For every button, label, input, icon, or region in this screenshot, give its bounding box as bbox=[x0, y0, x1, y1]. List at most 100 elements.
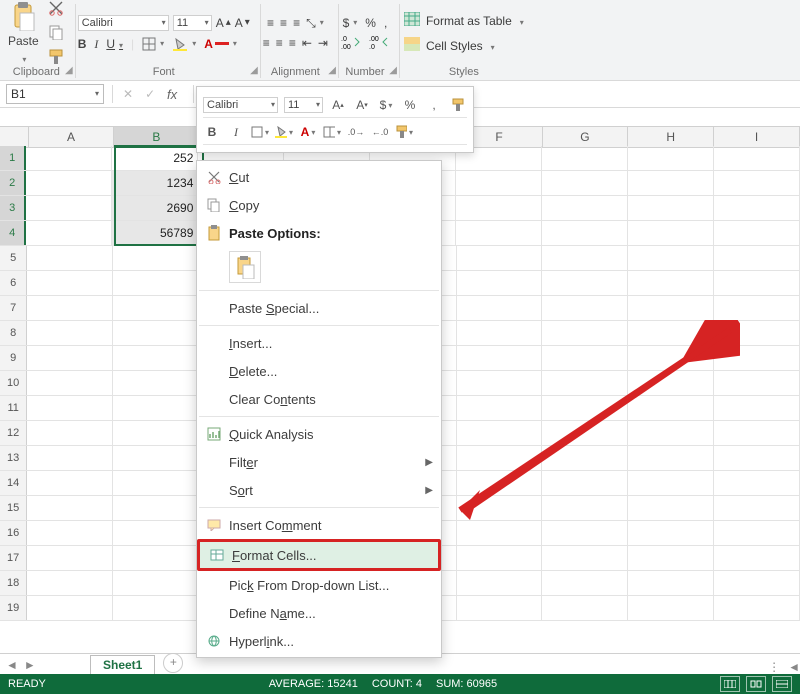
row-header-19[interactable]: 19 bbox=[0, 596, 27, 620]
align-center-icon[interactable]: ≡ bbox=[276, 36, 283, 50]
cell-H8[interactable] bbox=[628, 321, 714, 345]
mini-bold-button[interactable]: B bbox=[203, 124, 221, 140]
view-normal-icon[interactable] bbox=[720, 676, 740, 692]
cell-A6[interactable] bbox=[27, 271, 113, 295]
cell-G2[interactable] bbox=[542, 171, 628, 195]
ctx-hyperlink[interactable]: Hyperlink... bbox=[197, 627, 441, 655]
cell-I17[interactable] bbox=[714, 546, 800, 570]
cell-B10[interactable] bbox=[113, 371, 199, 395]
decrease-decimal-button[interactable]: .00.0 bbox=[369, 35, 389, 49]
cell-I8[interactable] bbox=[714, 321, 800, 345]
row-header-3[interactable]: 3 bbox=[0, 196, 26, 220]
cell-I12[interactable] bbox=[714, 421, 800, 445]
cell-A2[interactable] bbox=[26, 171, 112, 195]
row-header-8[interactable]: 8 bbox=[0, 321, 27, 345]
mini-font-size-combo[interactable]: 11▾ bbox=[284, 97, 323, 113]
align-top-icon[interactable]: ≡ bbox=[267, 16, 274, 30]
row-header-1[interactable]: 1 bbox=[0, 146, 26, 170]
align-bottom-icon[interactable]: ≡ bbox=[293, 16, 300, 30]
underline-button[interactable]: U bbox=[106, 38, 123, 50]
cell-G9[interactable] bbox=[542, 346, 628, 370]
mini-font-color-button[interactable]: A bbox=[299, 124, 317, 140]
cell-H18[interactable] bbox=[628, 571, 714, 595]
cell-I1[interactable] bbox=[714, 146, 800, 170]
decrease-decimal-icon[interactable]: ←.0 bbox=[371, 124, 389, 140]
cell-B3[interactable]: 2690 bbox=[112, 196, 198, 220]
ctx-cut[interactable]: Cut bbox=[197, 163, 441, 191]
cell-F9[interactable] bbox=[457, 346, 543, 370]
cell-G11[interactable] bbox=[542, 396, 628, 420]
column-header-G[interactable]: G bbox=[543, 127, 629, 147]
row-header-7[interactable]: 7 bbox=[0, 296, 27, 320]
cell-G1[interactable] bbox=[542, 146, 628, 170]
ctx-define-name[interactable]: Define Name... bbox=[197, 599, 441, 627]
cell-B4[interactable]: 56789 bbox=[112, 221, 198, 245]
cell-G4[interactable] bbox=[542, 221, 628, 245]
row-header-14[interactable]: 14 bbox=[0, 471, 27, 495]
cell-F17[interactable] bbox=[457, 546, 543, 570]
ctx-quick-analysis[interactable]: Quick Analysis bbox=[197, 420, 441, 448]
cell-A11[interactable] bbox=[27, 396, 113, 420]
column-header-I[interactable]: I bbox=[714, 127, 800, 147]
align-left-icon[interactable]: ≡ bbox=[263, 36, 270, 50]
row-header-16[interactable]: 16 bbox=[0, 521, 27, 545]
name-box[interactable]: B1 bbox=[6, 84, 104, 104]
cell-G7[interactable] bbox=[542, 296, 628, 320]
cell-F18[interactable] bbox=[457, 571, 543, 595]
fill-color-button[interactable] bbox=[172, 37, 196, 51]
row-header-11[interactable]: 11 bbox=[0, 396, 27, 420]
enter-formula-icon[interactable]: ✓ bbox=[139, 87, 161, 101]
cell-A14[interactable] bbox=[27, 471, 113, 495]
cell-G12[interactable] bbox=[542, 421, 628, 445]
cell-G19[interactable] bbox=[542, 596, 628, 620]
cell-B9[interactable] bbox=[113, 346, 199, 370]
view-page-break-icon[interactable] bbox=[772, 676, 792, 692]
cell-F2[interactable] bbox=[456, 171, 542, 195]
tab-split-icon[interactable]: ⋮ bbox=[768, 660, 780, 674]
copy-icon[interactable] bbox=[48, 24, 64, 40]
cell-A5[interactable] bbox=[27, 246, 113, 270]
italic-button[interactable]: I bbox=[94, 38, 98, 50]
cell-I4[interactable] bbox=[714, 221, 800, 245]
cell-I13[interactable] bbox=[714, 446, 800, 470]
ctx-insert-comment[interactable]: Insert Comment bbox=[197, 511, 441, 539]
cell-G17[interactable] bbox=[542, 546, 628, 570]
mini-percent-button[interactable]: % bbox=[401, 97, 419, 113]
percent-button[interactable]: % bbox=[365, 17, 376, 29]
cell-I11[interactable] bbox=[714, 396, 800, 420]
cell-F15[interactable] bbox=[457, 496, 543, 520]
ctx-paste-default[interactable] bbox=[197, 247, 441, 287]
cell-H3[interactable] bbox=[628, 196, 714, 220]
row-header-15[interactable]: 15 bbox=[0, 496, 27, 520]
ctx-format-cells[interactable]: Format Cells... bbox=[197, 539, 441, 571]
currency-button[interactable]: $ bbox=[343, 17, 358, 29]
format-painter-icon[interactable] bbox=[395, 124, 413, 140]
increase-decimal-button[interactable]: .0.00 bbox=[341, 35, 361, 49]
cell-H6[interactable] bbox=[628, 271, 714, 295]
cancel-formula-icon[interactable]: ✕ bbox=[117, 87, 139, 101]
cell-B5[interactable] bbox=[113, 246, 199, 270]
cell-G6[interactable] bbox=[542, 271, 628, 295]
increase-indent-icon[interactable]: ⇥ bbox=[318, 36, 328, 50]
cell-A16[interactable] bbox=[27, 521, 113, 545]
cell-B16[interactable] bbox=[113, 521, 199, 545]
cell-B11[interactable] bbox=[113, 396, 199, 420]
dialog-launcher-icon[interactable]: ◢ bbox=[389, 65, 397, 76]
bold-button[interactable]: B bbox=[78, 38, 87, 50]
row-header-13[interactable]: 13 bbox=[0, 446, 27, 470]
cell-G15[interactable] bbox=[542, 496, 628, 520]
mini-comma-button[interactable]: , bbox=[425, 97, 443, 113]
cell-G5[interactable] bbox=[542, 246, 628, 270]
cell-B18[interactable] bbox=[113, 571, 199, 595]
tab-scroll-right-icon[interactable]: ► bbox=[24, 658, 36, 672]
row-header-6[interactable]: 6 bbox=[0, 271, 27, 295]
cell-B6[interactable] bbox=[113, 271, 199, 295]
cell-F11[interactable] bbox=[457, 396, 543, 420]
cell-I15[interactable] bbox=[714, 496, 800, 520]
ctx-insert[interactable]: Insert... bbox=[197, 329, 441, 357]
cell-F6[interactable] bbox=[457, 271, 543, 295]
cell-B13[interactable] bbox=[113, 446, 199, 470]
dialog-launcher-icon[interactable]: ◢ bbox=[250, 65, 258, 76]
row-header-4[interactable]: 4 bbox=[0, 221, 26, 245]
format-painter-icon[interactable] bbox=[449, 97, 467, 113]
